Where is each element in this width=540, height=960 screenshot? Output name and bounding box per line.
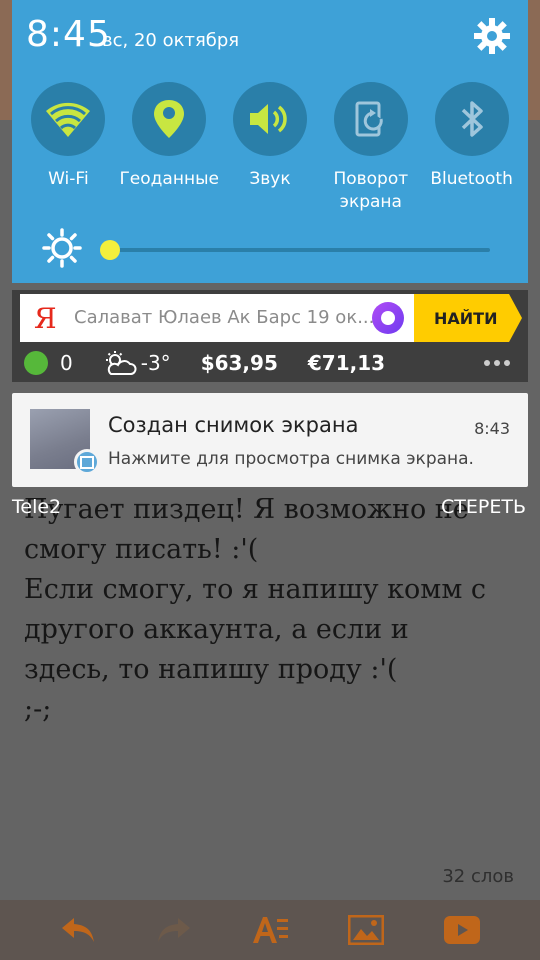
editor-line: другого аккаунта, а если и <box>24 614 409 645</box>
editor-line: ;-; <box>24 694 52 725</box>
clock: 8:45 <box>26 14 111 55</box>
yandex-search-field[interactable]: Я Салават Юлаев Ак Барс 19 ок... <box>20 294 416 342</box>
brightness-slider[interactable] <box>110 248 490 252</box>
rotate-icon[interactable] <box>333 82 408 156</box>
usd-rate[interactable]: $63,95 <box>201 351 278 375</box>
eur-rate[interactable]: €71,13 <box>308 351 385 375</box>
partly-cloudy-icon <box>103 350 137 376</box>
notification-title: Создан снимок экрана <box>108 413 359 437</box>
undo-icon[interactable] <box>53 910 103 950</box>
notification-text: Нажмите для просмотра снимка экрана. <box>108 449 474 469</box>
screenshot-notification[interactable]: Создан снимок экрана 8:43 Нажмите для пр… <box>12 393 528 487</box>
yandex-info-row: 0 -3° $63,95 €71,13 <box>24 348 397 378</box>
editor-toolbar <box>0 900 540 960</box>
image-icon[interactable] <box>341 910 391 950</box>
toggle-label: Поворот экрана <box>333 169 409 212</box>
toggle-label: Bluetooth <box>430 169 513 189</box>
alice-voice-icon[interactable] <box>372 302 404 334</box>
toggle-label: Wi-Fi <box>48 169 89 189</box>
brightness-icon <box>42 228 82 268</box>
search-query[interactable]: Салават Юлаев Ак Барс 19 ок... <box>74 307 374 328</box>
traffic-level[interactable]: 0 <box>60 351 73 375</box>
bluetooth-icon[interactable] <box>434 82 509 156</box>
quick-settings-panel: 8:45 вс, 20 октября Wi-Fi Геоданные Звук… <box>12 0 528 283</box>
traffic-icon <box>24 351 48 375</box>
sound-icon[interactable] <box>232 82 307 156</box>
yandex-widget: Я Салават Юлаев Ак Барс 19 ок... НАЙТИ 0… <box>12 290 528 382</box>
location-icon[interactable] <box>132 82 207 156</box>
toggle-wifi[interactable]: Wi-Fi <box>18 82 119 214</box>
editor-line: здесь, то напишу проду :'( <box>24 654 398 685</box>
toggle-bluetooth[interactable]: Bluetooth <box>421 82 522 214</box>
toggle-label: Звук <box>249 169 291 189</box>
redo-icon[interactable] <box>149 910 199 950</box>
editor-line: Если смогу, то я напишу комм с <box>24 574 487 605</box>
gear-icon[interactable] <box>472 16 512 56</box>
toggle-location[interactable]: Геоданные <box>119 82 220 214</box>
toggle-rotation[interactable]: Поворот экрана <box>320 82 421 214</box>
editor-line: смогу писать! :'( <box>24 534 259 565</box>
carrier-label: Tele2 <box>12 496 62 518</box>
gallery-icon <box>74 449 100 475</box>
editor-text: Пугает пиздец! Я возможно не смогу писат… <box>24 490 524 730</box>
yandex-logo: Я <box>34 302 57 335</box>
date: вс, 20 октября <box>102 30 240 51</box>
video-icon[interactable] <box>437 910 487 950</box>
wifi-icon[interactable] <box>31 82 106 156</box>
text-format-icon[interactable] <box>245 910 295 950</box>
word-count: 32 слов <box>442 866 514 887</box>
more-icon[interactable] <box>484 360 510 366</box>
clear-button[interactable]: СТЕРЕТЬ <box>441 496 526 518</box>
temperature[interactable]: -3° <box>141 351 171 375</box>
notification-time: 8:43 <box>474 419 510 438</box>
toggle-sound[interactable]: Звук <box>220 82 321 214</box>
search-button[interactable]: НАЙТИ <box>414 294 522 342</box>
brightness-slider-thumb[interactable] <box>100 240 120 260</box>
toggle-label: Геоданные <box>119 169 219 189</box>
quick-toggles: Wi-Fi Геоданные Звук Поворот экрана Blue… <box>12 82 528 214</box>
